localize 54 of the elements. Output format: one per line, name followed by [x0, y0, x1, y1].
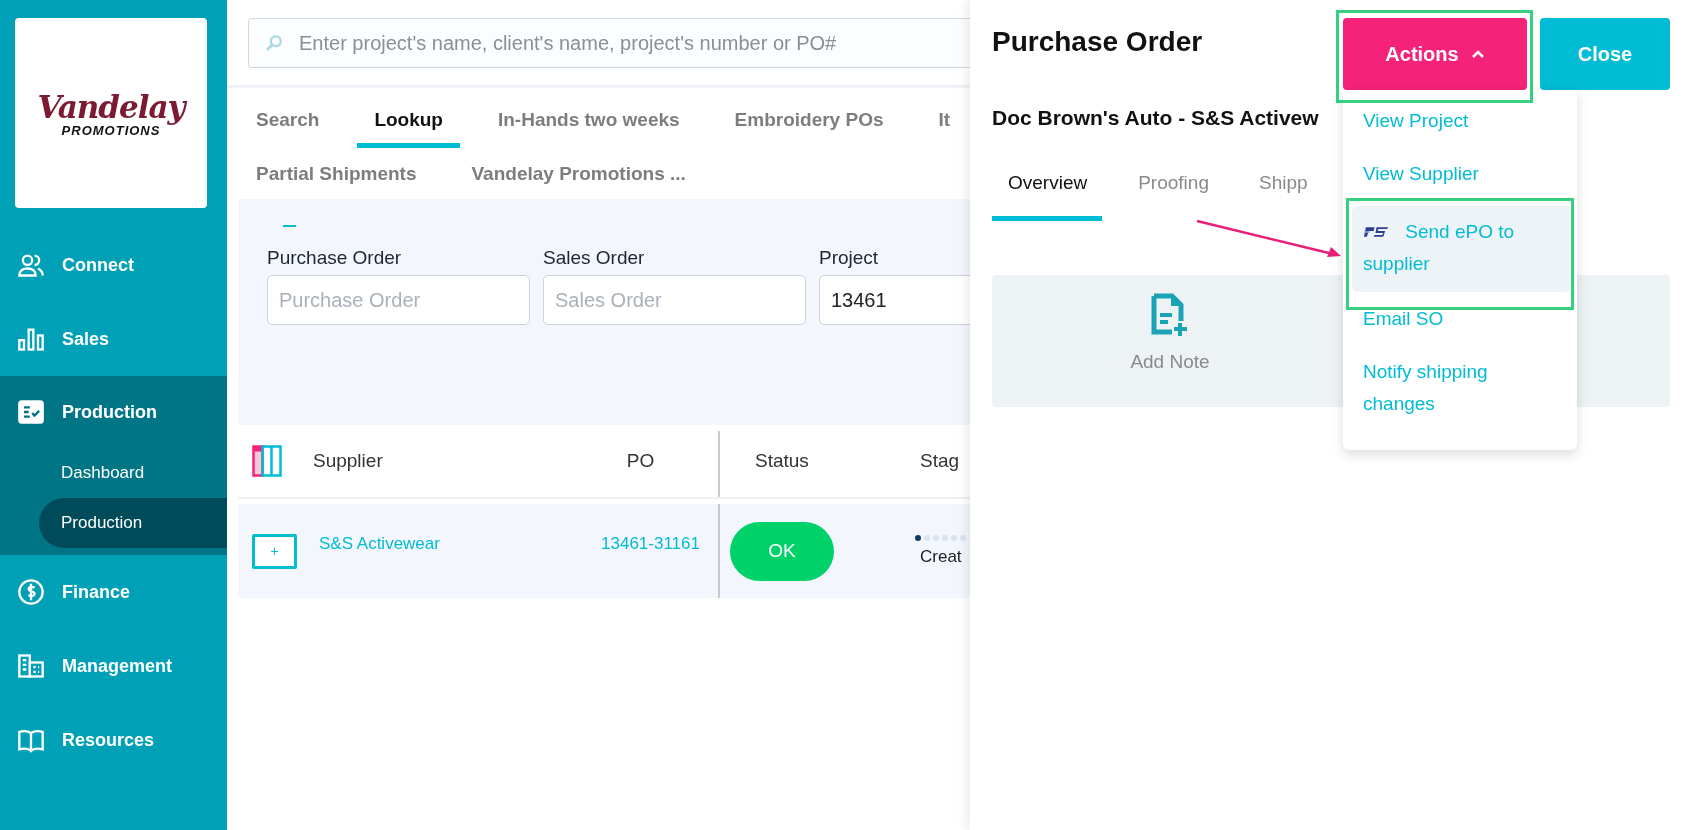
- column-header: Stag: [919, 450, 961, 472]
- menu-item[interactable]: Notify shipping changes: [1352, 351, 1568, 436]
- nav-item[interactable]: Sales: [0, 302, 227, 376]
- tab[interactable]: Overview: [992, 172, 1103, 221]
- dollar-icon: [17, 578, 45, 606]
- search-icon: [265, 34, 283, 52]
- menu-item[interactable]: Send ePO to supplier: [1352, 206, 1572, 292]
- nav-item[interactable]: Finance: [0, 555, 227, 629]
- menu-item[interactable]: View Supplier: [1352, 153, 1568, 206]
- nav-subitem[interactable]: Production: [39, 498, 227, 548]
- nav-item[interactable]: Management: [0, 629, 227, 703]
- input-field[interactable]: Sales Order: [543, 275, 806, 325]
- tab[interactable]: It: [921, 92, 968, 148]
- supplier-link[interactable]: S&S Activewear: [319, 534, 583, 554]
- column-header: Supplier: [313, 450, 384, 472]
- tab[interactable]: Partial Shipments: [239, 148, 434, 199]
- tab[interactable]: Shipp: [1242, 172, 1324, 221]
- status-badge: OK: [730, 521, 834, 581]
- menu-item[interactable]: View Project: [1352, 100, 1568, 153]
- tab[interactable]: Search: [239, 92, 337, 148]
- collapse-dash-icon: [283, 225, 296, 227]
- add-note-icon[interactable]: [1150, 293, 1190, 337]
- building-icon: [17, 652, 45, 680]
- nav-item[interactable]: Connect: [0, 228, 227, 302]
- panel-title: Purchase Order: [992, 26, 1204, 58]
- column-header: Status: [754, 450, 810, 472]
- input-field[interactable]: 13461: [819, 275, 970, 325]
- po-link[interactable]: 13461-31161: [583, 534, 718, 554]
- menu-item[interactable]: Email SO: [1352, 298, 1568, 351]
- tab[interactable]: In-Hands two weeks: [481, 92, 697, 148]
- input-field[interactable]: Purchase Order: [267, 275, 530, 325]
- tab[interactable]: Vandelay Promotions ...: [454, 148, 703, 199]
- actions-button[interactable]: Actions: [1343, 18, 1527, 90]
- columns-icon[interactable]: [252, 445, 282, 477]
- nav-item[interactable]: Production: [0, 376, 227, 448]
- field-label: Sales Order: [543, 247, 646, 269]
- nav-item[interactable]: Resources: [0, 703, 227, 777]
- search-field[interactable]: Enter project's name, client's name, project's number or PO#: [248, 18, 970, 68]
- tab[interactable]: Proofing: [1122, 172, 1225, 221]
- close-button[interactable]: Close: [1540, 18, 1670, 90]
- stage-label: Creat: [920, 547, 963, 567]
- caret-icon: [1470, 49, 1485, 59]
- checklist-icon: [17, 398, 45, 426]
- nav-subitem[interactable]: Dashboard: [39, 448, 227, 498]
- panel-subtitle: Doc Brown's Auto - S&S Activew: [992, 106, 1319, 130]
- tab[interactable]: Embroidery POs: [717, 92, 901, 148]
- card-label: Add Note: [1130, 351, 1210, 373]
- field-label: Purchase Order: [267, 247, 403, 269]
- field-label: Project: [819, 247, 880, 269]
- column-header: PO: [625, 450, 656, 472]
- supplier-logo-icon: [1363, 226, 1390, 238]
- logo: Vandelay PROMOTIONS: [15, 18, 207, 208]
- expand-button[interactable]: +: [252, 533, 297, 569]
- tab[interactable]: Lookup: [357, 92, 460, 148]
